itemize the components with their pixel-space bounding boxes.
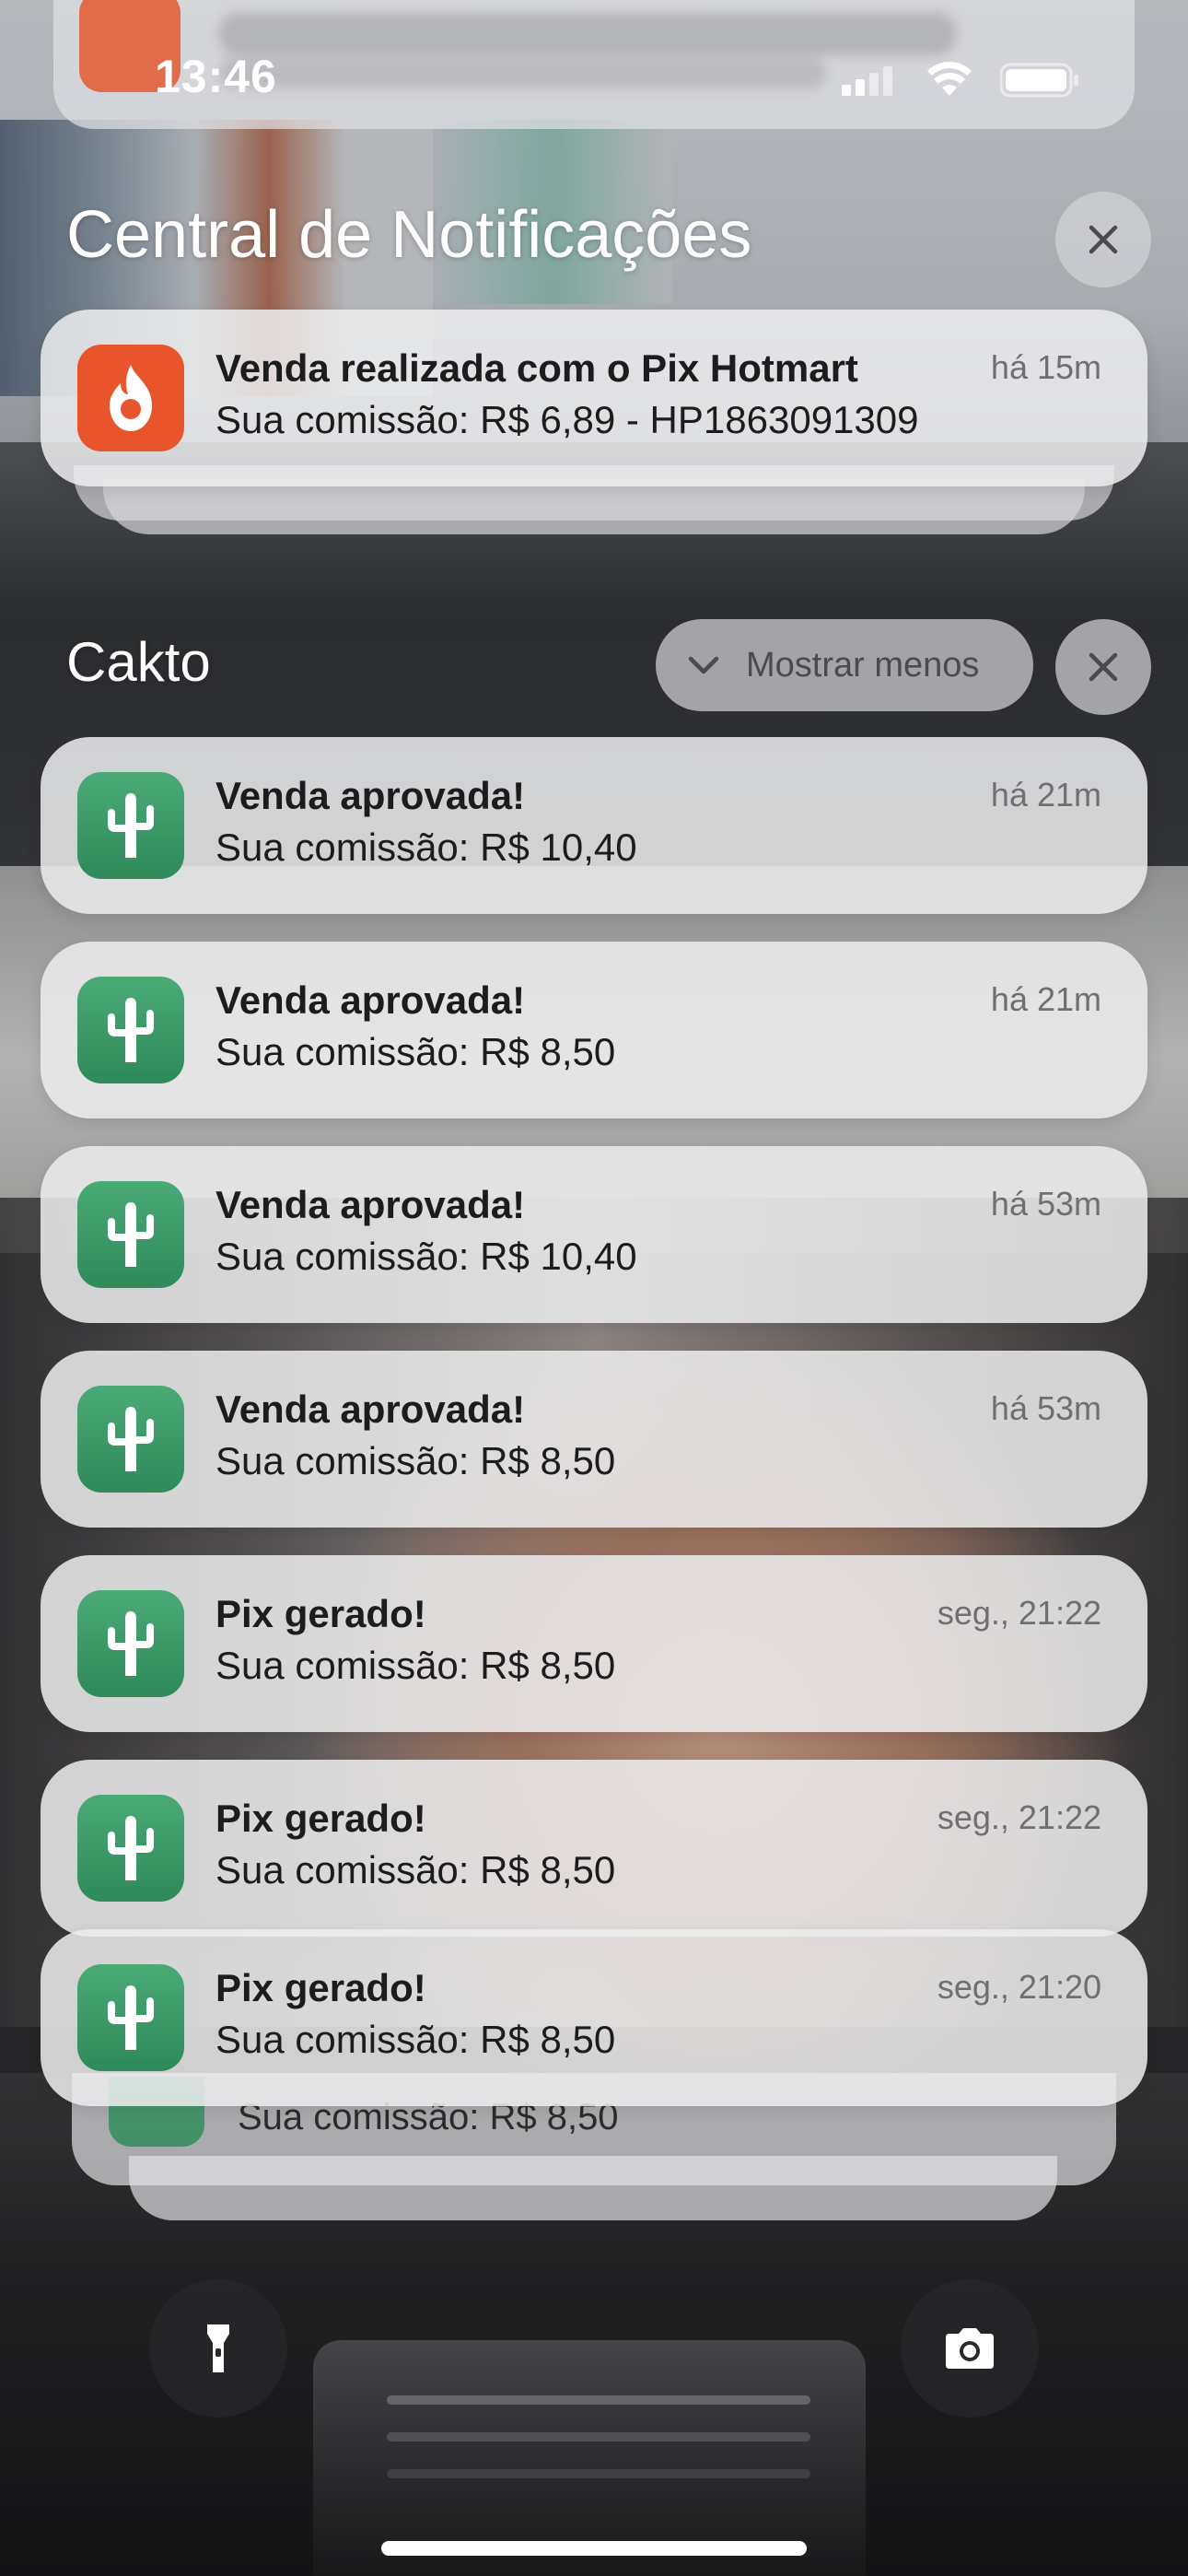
wifi-icon xyxy=(927,62,972,96)
notification-body: Sua comissão: R$ 6,89 - HP1863091309 xyxy=(215,398,919,441)
cellular-signal-icon xyxy=(842,64,893,96)
camera-button[interactable] xyxy=(901,2279,1039,2418)
cactus-icon xyxy=(77,977,184,1083)
home-indicator[interactable] xyxy=(381,2541,807,2556)
notification-body: Sua comissão: R$ 10,40 xyxy=(215,1235,637,1278)
notification-title: Venda aprovada! xyxy=(215,1388,526,1431)
notification-title: Venda aprovada! xyxy=(215,978,526,1022)
chevron-down-icon xyxy=(688,656,719,674)
close-icon xyxy=(1089,652,1118,682)
notification-body: Sua comissão: R$ 8,50 xyxy=(215,1030,616,1073)
page-title: Central de Notificações xyxy=(66,198,752,272)
clear-all-button[interactable] xyxy=(1055,192,1151,287)
notification-time: seg., 21:20 xyxy=(937,1968,1101,2006)
notification-title: Venda aprovada! xyxy=(215,1183,526,1226)
flashlight-button[interactable] xyxy=(149,2279,287,2418)
notification-title: Venda realizada com o Pix Hotmart xyxy=(215,346,858,390)
camera-icon xyxy=(946,2328,994,2369)
hotmart-flame-icon xyxy=(77,345,184,451)
notification-time: há 53m xyxy=(990,1185,1101,1223)
notification-time: há 21m xyxy=(990,980,1101,1018)
notification-title: Pix gerado! xyxy=(215,1592,426,1635)
notification-title: Venda aprovada! xyxy=(215,774,526,817)
notification-time: seg., 21:22 xyxy=(937,1594,1101,1632)
notification-title: Pix gerado! xyxy=(215,1797,426,1840)
cactus-icon xyxy=(77,772,184,879)
show-less-label: Mostrar menos xyxy=(746,645,980,685)
notification-card-cakto[interactable]: Pix gerado! Sua comissão: R$ 8,50 seg., 21… xyxy=(41,1555,1147,1732)
notification-body: Sua comissão: R$ 8,50 xyxy=(215,1439,616,1482)
notification-card-cakto[interactable]: Venda aprovada! Sua comissão: R$ 10,40 há … xyxy=(41,1146,1147,1323)
flashlight-icon xyxy=(207,2324,229,2372)
notification-time: há 21m xyxy=(990,776,1101,814)
notification-time: seg., 21:22 xyxy=(937,1798,1101,1836)
cactus-icon xyxy=(77,1386,184,1493)
notification-title: Pix gerado! xyxy=(215,1966,426,2009)
notification-body: Sua comissão: R$ 8,50 xyxy=(215,1644,616,1687)
notification-body: Sua comissão: R$ 8,50 xyxy=(215,2018,616,2061)
notification-card-cakto[interactable]: Pix gerado! Sua comissão: R$ 8,50 seg., 21… xyxy=(41,1760,1147,1937)
cactus-icon xyxy=(77,1795,184,1902)
notification-card-hotmart[interactable]: Venda realizada com o Pix Hotmart Sua co… xyxy=(41,310,1147,486)
notification-card-cakto[interactable]: Venda aprovada! Sua comissão: R$ 8,50 há 2… xyxy=(41,942,1147,1118)
notification-card-cakto[interactable]: Venda aprovada! Sua comissão: R$ 8,50 há 5… xyxy=(41,1351,1147,1528)
group-app-name: Cakto xyxy=(66,631,211,693)
status-time: 13:46 xyxy=(155,51,277,102)
cactus-icon xyxy=(77,1964,184,2071)
notification-card-cakto[interactable]: Pix gerado! Sua comissão: R$ 8,50 seg., 21… xyxy=(41,1929,1147,2106)
cactus-icon xyxy=(77,1590,184,1697)
clear-group-button[interactable] xyxy=(1055,619,1151,715)
show-less-button[interactable]: Mostrar menos xyxy=(656,619,1033,711)
close-icon xyxy=(1089,225,1118,254)
status-bar: 13:46 xyxy=(0,0,1188,157)
battery-icon xyxy=(1000,63,1078,98)
notification-body: Sua comissão: R$ 8,50 xyxy=(215,1848,616,1891)
notification-time: há 15m xyxy=(990,348,1101,386)
notification-body: Sua comissão: R$ 10,40 xyxy=(215,825,637,869)
notification-time: há 53m xyxy=(990,1389,1101,1427)
cactus-icon xyxy=(77,1181,184,1288)
notification-card-cakto[interactable]: Venda aprovada! Sua comissão: R$ 10,40 há … xyxy=(41,737,1147,914)
